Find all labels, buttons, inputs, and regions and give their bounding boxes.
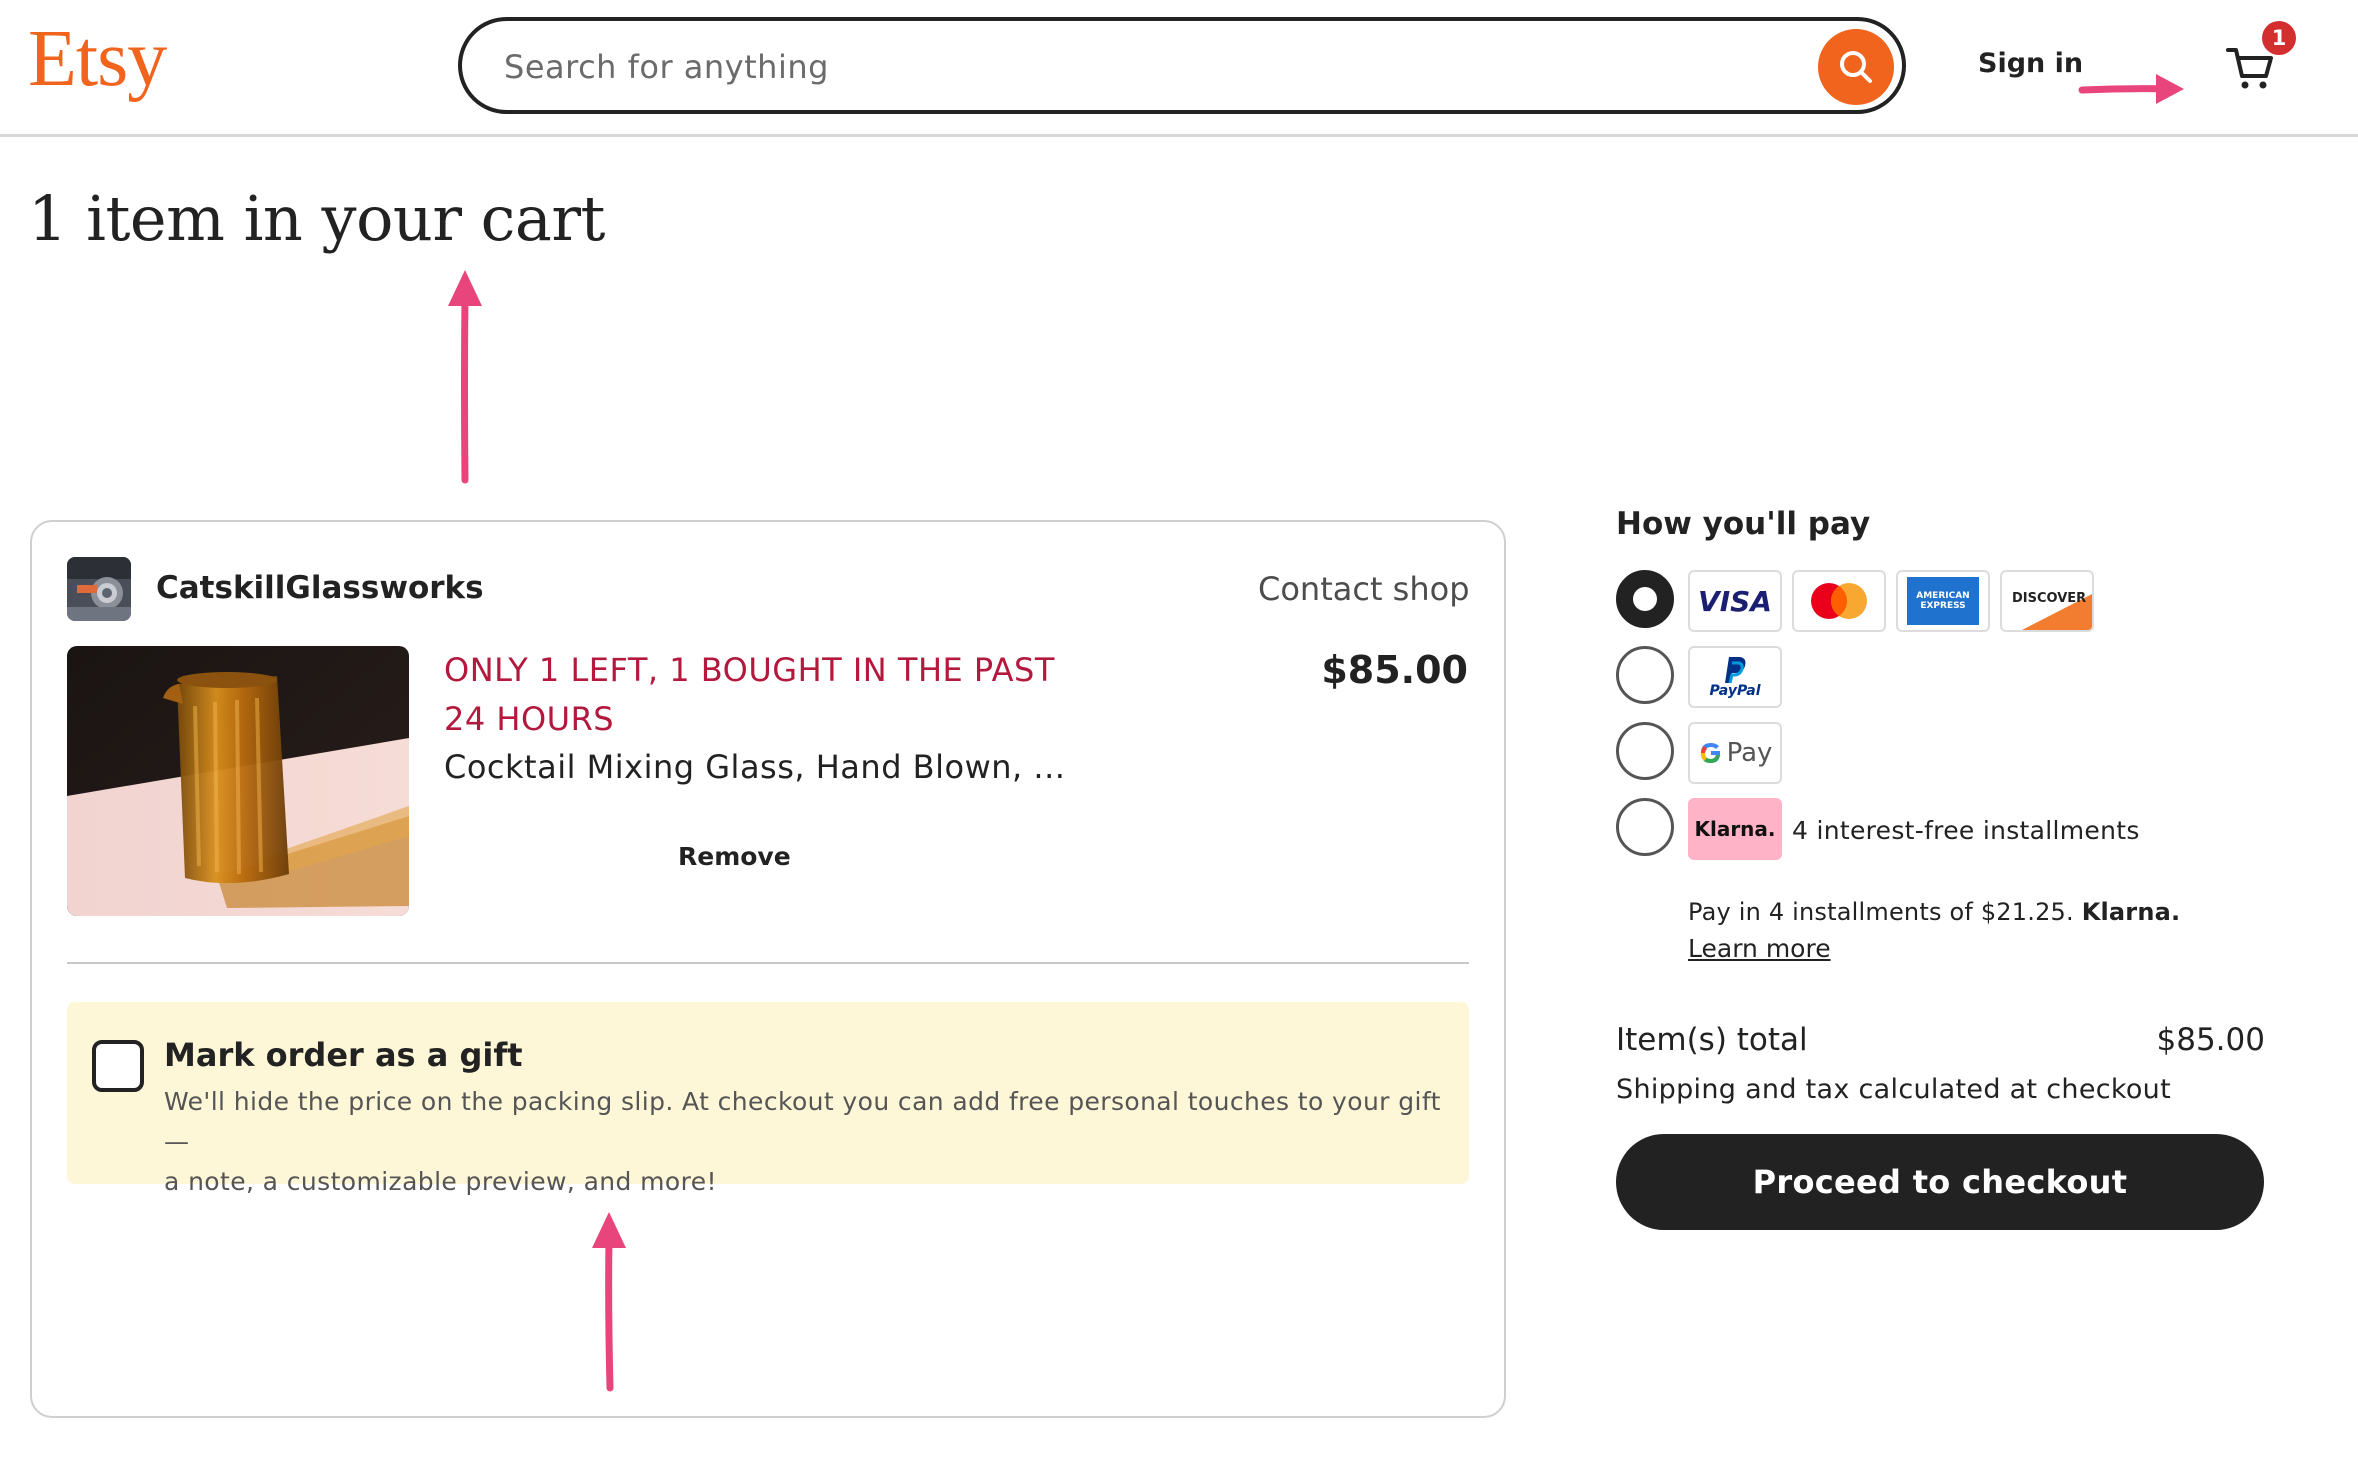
paypal-label: PayPal	[1709, 683, 1761, 699]
gift-checkbox[interactable]	[92, 1040, 144, 1092]
search-button[interactable]	[1818, 29, 1894, 105]
discover-label: DISCOVER	[2012, 591, 2087, 606]
payment-radio-paypal[interactable]	[1616, 646, 1674, 704]
items-total-value: $85.00	[2156, 1022, 2265, 1058]
scarcity-line-1: ONLY 1 LEFT, 1 BOUGHT IN THE PAST	[444, 651, 1055, 689]
discover-card-icon: DISCOVER	[2000, 570, 2094, 632]
learn-more-link[interactable]: Learn more	[1688, 934, 1831, 963]
mastercard-icon	[1792, 570, 1886, 632]
contact-shop-link[interactable]: Contact shop	[1258, 570, 1470, 608]
payment-heading: How you'll pay	[1616, 506, 1871, 542]
shop-name-link[interactable]: CatskillGlassworks	[156, 570, 484, 606]
annotation-arrow-cart	[2078, 74, 2184, 104]
gift-description-line-2: a note, a customizable preview, and more…	[164, 1167, 717, 1196]
item-divider	[67, 962, 1469, 964]
shop-avatar[interactable]	[67, 557, 131, 621]
scarcity-line-2: 24 HOURS	[444, 700, 615, 738]
klarna-badge: Klarna.	[1688, 798, 1782, 860]
proceed-to-checkout-button[interactable]: Proceed to checkout	[1616, 1134, 2264, 1230]
annotation-arrow-title	[448, 270, 482, 484]
annotation-arrow-gift	[592, 1212, 626, 1392]
google-g-icon	[1700, 743, 1720, 763]
installments-info: Pay in 4 installments of $21.25. Klarna.	[1688, 898, 2180, 926]
visa-card-icon: VISA	[1688, 570, 1782, 632]
shipping-tax-note: Shipping and tax calculated at checkout	[1616, 1074, 2171, 1105]
cart-count-badge: 1	[2262, 21, 2296, 55]
item-title-link[interactable]: Cocktail Mixing Glass, Hand Blown, ...	[444, 748, 1065, 786]
scarcity-notice: ONLY 1 LEFT, 1 BOUGHT IN THE PAST 24 HOU…	[444, 646, 1064, 744]
payment-radio-cards[interactable]	[1616, 570, 1674, 628]
installments-brand: Klarna.	[2081, 898, 2181, 926]
gift-description-line-1: We'll hide the price on the packing slip…	[164, 1087, 1441, 1156]
google-pay-label: Pay	[1726, 738, 1773, 768]
gift-title: Mark order as a gift	[164, 1036, 523, 1074]
item-price: $85.00	[1321, 648, 1468, 692]
page-title: 1 item in your cart	[28, 182, 605, 255]
payment-radio-google-pay[interactable]	[1616, 722, 1674, 780]
remove-item-button[interactable]: Remove	[678, 842, 791, 871]
mixing-glass-photo	[67, 646, 409, 916]
klarna-option-text: 4 interest-free installments	[1792, 816, 2140, 845]
mastercard-logo	[1811, 583, 1867, 619]
google-pay-icon: Pay	[1688, 722, 1782, 784]
visa-label: VISA	[1698, 584, 1772, 618]
paypal-icon: PayPal	[1688, 646, 1782, 708]
paypal-p-icon	[1725, 657, 1746, 684]
item-image[interactable]	[67, 646, 409, 916]
search-icon	[1840, 51, 1872, 83]
search-bar[interactable]	[458, 17, 1906, 114]
items-total-label: Item(s) total	[1616, 1022, 1808, 1058]
amex-label: AMERICAN EXPRESS	[1907, 577, 1979, 625]
etsy-logo[interactable]: Etsy	[28, 14, 167, 105]
sign-in-link[interactable]: Sign in	[1978, 48, 2083, 79]
gift-description: We'll hide the price on the packing slip…	[164, 1082, 1454, 1202]
shop-avatar-image	[67, 557, 131, 621]
payment-radio-klarna[interactable]	[1616, 798, 1674, 856]
installments-text: Pay in 4 installments of $21.25.	[1688, 898, 2074, 926]
amex-card-icon: AMERICAN EXPRESS	[1896, 570, 1990, 632]
search-input[interactable]	[502, 39, 1726, 95]
